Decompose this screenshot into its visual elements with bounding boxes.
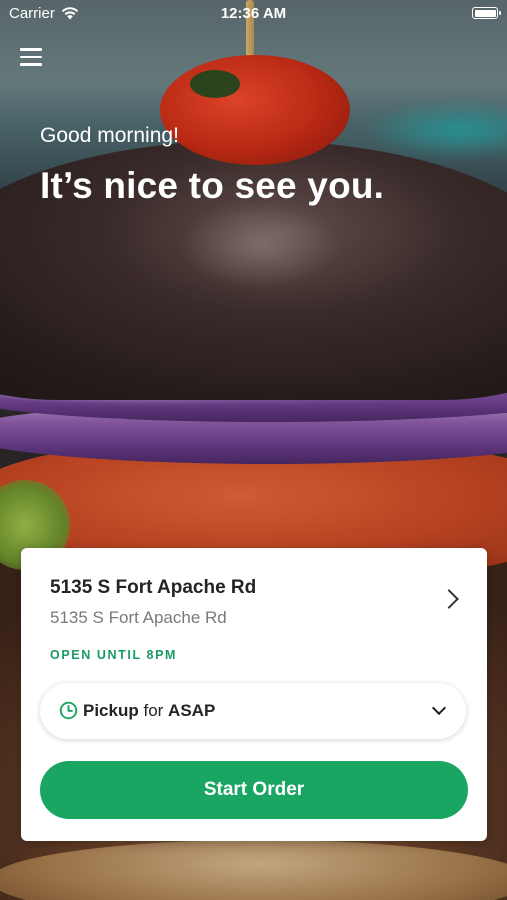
status-bar: Carrier 12:36 AM — [0, 0, 507, 28]
order-mode-label: Pickup for ASAP — [83, 701, 215, 721]
order-mode-value: Pickup — [83, 701, 139, 720]
greeting-text: Good morning! — [40, 124, 179, 147]
start-order-button[interactable]: Start Order — [40, 761, 468, 819]
store-hours: OPEN UNTIL 8PM — [50, 648, 178, 662]
status-time: 12:36 AM — [220, 5, 287, 22]
order-card: 5135 S Fort Apache Rd 5135 S Fort Apache… — [21, 548, 487, 841]
hamburger-menu-icon[interactable] — [20, 48, 42, 68]
clock-icon — [59, 701, 78, 720]
order-time-value: ASAP — [168, 701, 216, 720]
store-selector[interactable]: 5135 S Fort Apache Rd 5135 S Fort Apache… — [21, 548, 487, 628]
chevron-down-icon — [431, 700, 447, 716]
order-mode-connector: for — [138, 701, 169, 720]
headline-text: It’s nice to see you. — [40, 165, 385, 206]
order-mode-dropdown[interactable]: Pickup for ASAP — [40, 683, 466, 739]
store-address: 5135 S Fort Apache Rd — [50, 608, 227, 627]
chevron-right-icon — [439, 589, 459, 609]
store-name: 5135 S Fort Apache Rd — [50, 577, 257, 598]
battery-icon — [472, 7, 501, 19]
